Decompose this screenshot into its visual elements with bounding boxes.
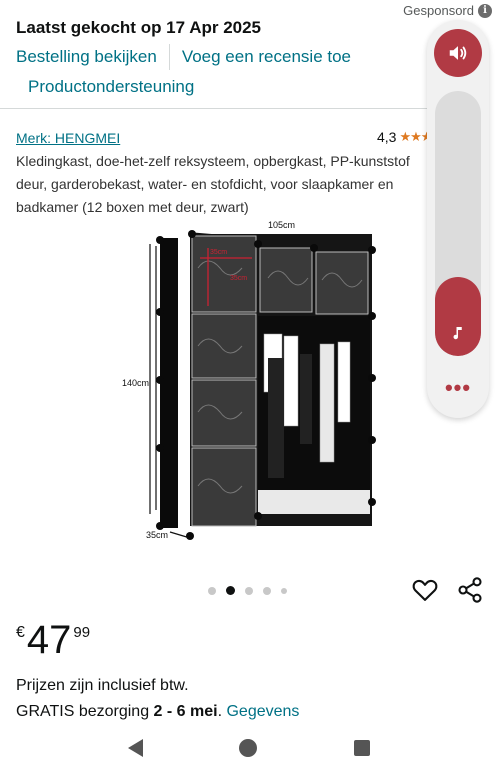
carousel-dot[interactable] bbox=[208, 586, 216, 595]
carousel-dot[interactable] bbox=[281, 587, 287, 594]
share-icon[interactable] bbox=[456, 576, 484, 604]
more-options-icon[interactable]: ••• bbox=[427, 377, 489, 399]
depth-label: 35cm bbox=[146, 530, 168, 540]
cube-height-label: 35cm bbox=[210, 249, 227, 256]
rating-value: 4,3 bbox=[377, 129, 397, 145]
height-label: 140cm bbox=[122, 378, 149, 388]
volume-slider[interactable] bbox=[435, 91, 481, 356]
product-title[interactable]: Kledingkast, doe-het-zelf reksysteem, op… bbox=[16, 150, 428, 220]
delivery-sep: . bbox=[217, 703, 223, 720]
home-icon[interactable] bbox=[239, 739, 258, 757]
volume-slider-fill bbox=[435, 276, 481, 356]
price-whole: 47 bbox=[26, 618, 72, 662]
brand-link[interactable]: Merk: HENGMEI bbox=[16, 130, 120, 146]
product-image[interactable]: 35cm 35cm 105cm 140cm 35cm bbox=[118, 218, 388, 548]
carousel-dot[interactable] bbox=[226, 586, 235, 595]
rating[interactable]: 4,3 ★★★ bbox=[377, 129, 432, 145]
delivery-prefix: GRATIS bezorging bbox=[16, 703, 150, 720]
sponsored-text: Gesponsord bbox=[403, 3, 474, 18]
volume-panel: ••• bbox=[427, 20, 489, 418]
info-icon[interactable]: i bbox=[478, 3, 492, 18]
carousel-dot[interactable] bbox=[263, 586, 271, 595]
product-support-link[interactable]: Productondersteuning bbox=[28, 77, 194, 97]
cube-width-label: 35cm bbox=[230, 275, 247, 282]
carousel-dot[interactable] bbox=[245, 586, 253, 595]
heart-icon[interactable] bbox=[411, 576, 439, 604]
order-links: Bestelling bekijken Voeg een recensie to… bbox=[16, 44, 436, 99]
music-note-icon bbox=[435, 310, 481, 356]
delivery-dates: 2 - 6 mei bbox=[153, 703, 218, 720]
sponsored-label[interactable]: Gesponsord i bbox=[403, 3, 492, 18]
image-carousel-dots[interactable] bbox=[208, 586, 287, 595]
write-review-link[interactable]: Voeg een recensie toe bbox=[182, 47, 351, 67]
section-divider bbox=[0, 108, 430, 109]
recent-apps-icon[interactable] bbox=[353, 740, 370, 756]
system-navbar bbox=[0, 723, 498, 773]
price-currency: € bbox=[16, 624, 25, 641]
back-icon[interactable] bbox=[128, 739, 144, 757]
width-label: 105cm bbox=[268, 220, 295, 230]
tax-note: Prijzen zijn inclusief btw. bbox=[16, 677, 189, 694]
price: € 47 99 bbox=[16, 618, 90, 662]
link-divider bbox=[168, 44, 170, 70]
volume-button[interactable] bbox=[434, 29, 482, 77]
volume-icon bbox=[449, 46, 467, 60]
delivery-info: GRATIS bezorging 2 - 6 mei. Gegevens bbox=[16, 703, 299, 721]
view-order-link[interactable]: Bestelling bekijken bbox=[16, 47, 157, 67]
price-fraction: 99 bbox=[73, 624, 91, 641]
order-title: Laatst gekocht op 17 Apr 2025 bbox=[16, 18, 262, 37]
delivery-details-link[interactable]: Gegevens bbox=[226, 703, 299, 720]
